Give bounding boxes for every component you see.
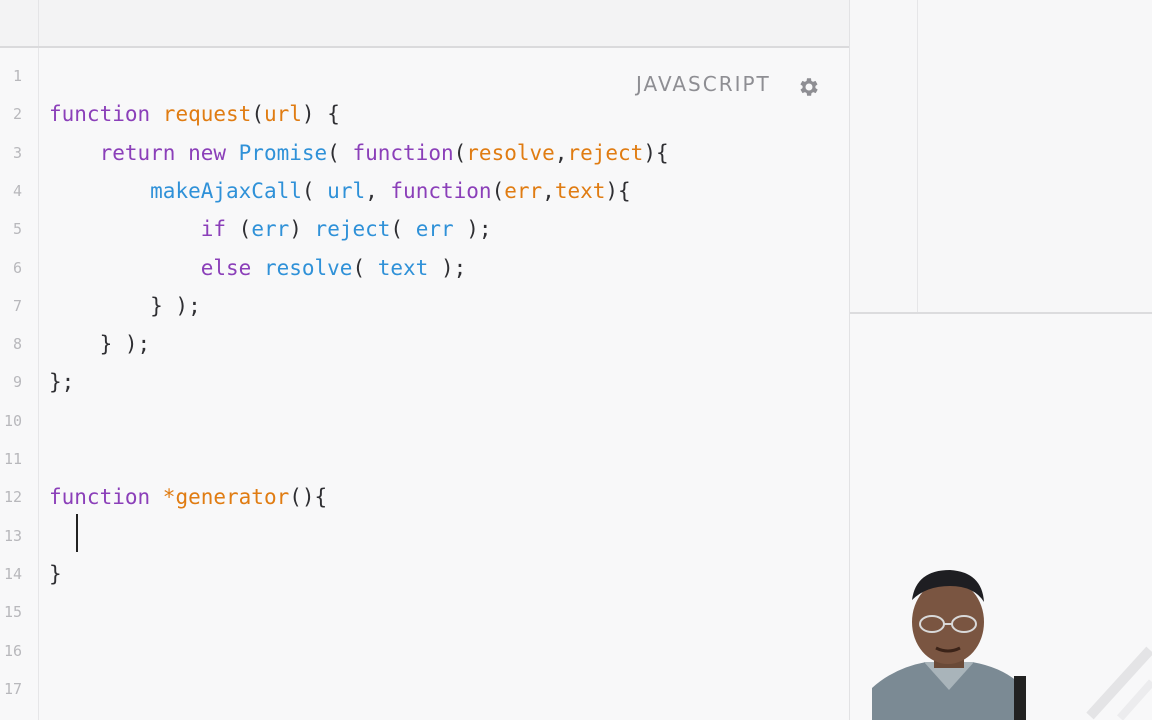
code-token: err xyxy=(504,178,543,203)
code-token: text xyxy=(554,178,606,203)
line-number: 7 xyxy=(12,296,22,315)
code-line: makeAjaxCall( url, function(err,text){ xyxy=(49,172,631,210)
code-token: makeAjaxCall xyxy=(150,178,302,203)
line-number: 3 xyxy=(12,143,22,162)
code-token: resolve xyxy=(263,255,353,280)
code-token: url xyxy=(327,178,366,203)
line-number: 11 xyxy=(3,450,22,468)
line-number: 8 xyxy=(12,335,22,354)
code-line: } ); xyxy=(49,287,201,325)
code-token: return new xyxy=(99,140,239,165)
code-line: function request(url) { xyxy=(49,95,340,133)
code-token: *generator xyxy=(162,485,290,510)
code-token: (){ xyxy=(289,485,328,510)
code-token: ( xyxy=(491,178,505,203)
line-number: 6 xyxy=(12,258,22,277)
code-token: ( xyxy=(251,102,264,127)
code-token: ) xyxy=(289,217,315,242)
code-token: text xyxy=(377,255,429,280)
gear-icon[interactable] xyxy=(797,75,821,99)
code-token: ); xyxy=(453,217,492,242)
code-token: ){ xyxy=(643,140,669,165)
code-token: err xyxy=(251,217,290,242)
code-token: ( xyxy=(390,217,416,242)
code-line: function *generator(){ xyxy=(49,478,327,516)
code-token: url xyxy=(263,102,302,127)
code-token: ); xyxy=(428,255,467,280)
editor-tab-bar xyxy=(0,0,849,48)
code-token: reject xyxy=(314,217,391,242)
presenter-webcam-image xyxy=(872,570,1026,720)
code-token: ) { xyxy=(301,102,340,127)
code-token: Promise xyxy=(238,140,328,165)
code-token: else xyxy=(200,255,264,280)
line-number: 4 xyxy=(12,181,22,200)
line-number: 5 xyxy=(12,220,22,239)
code-token: } ); xyxy=(49,332,151,357)
code-token: ){ xyxy=(605,178,631,203)
code-token: resolve xyxy=(466,140,555,165)
preview-panel xyxy=(850,0,1152,314)
line-number: 9 xyxy=(12,373,22,392)
code-token: ( xyxy=(327,140,353,165)
code-line: }; xyxy=(49,363,74,401)
code-token: function xyxy=(352,140,454,165)
code-token: , xyxy=(554,140,568,165)
line-number: 1 xyxy=(12,67,22,85)
code-line: } xyxy=(49,555,62,593)
line-number: 17 xyxy=(3,679,22,698)
code-token: ( xyxy=(352,255,378,280)
code-token: } ); xyxy=(49,293,201,318)
code-token: , xyxy=(542,178,555,203)
code-line: if (err) reject( err ); xyxy=(49,210,492,248)
code-token: function xyxy=(49,485,163,510)
line-number-gutter: 1 2 3 4 5 6 7 8 9 10 11 12 13 14 15 16 17 xyxy=(0,48,39,720)
code-token: request xyxy=(162,102,252,127)
line-number: 14 xyxy=(3,564,22,583)
tab-divider xyxy=(38,0,39,46)
line-number: 12 xyxy=(3,488,22,507)
line-number: 15 xyxy=(3,603,22,622)
line-number: 13 xyxy=(3,526,22,545)
code-token: function xyxy=(49,102,163,127)
code-token: ( xyxy=(301,178,328,203)
line-number: 2 xyxy=(12,105,22,124)
code-token: , xyxy=(365,178,391,203)
language-label: JAVASCRIPT xyxy=(636,72,771,96)
code-token: } xyxy=(49,561,62,586)
code-token: ( xyxy=(238,217,252,242)
text-cursor xyxy=(76,514,78,552)
code-token: }; xyxy=(49,370,75,395)
line-number: 16 xyxy=(3,641,22,660)
code-token: function xyxy=(390,178,492,203)
code-token: if xyxy=(200,217,239,242)
code-line: } ); xyxy=(49,325,151,363)
code-line: return new Promise( function(resolve,rej… xyxy=(49,134,669,172)
code-editor-pane[interactable]: 1 2 3 4 5 6 7 8 9 10 11 12 13 14 15 16 17 function reque… xyxy=(0,0,850,720)
code-token: err xyxy=(415,217,454,242)
line-number: 10 xyxy=(3,411,22,430)
background-decoration xyxy=(1086,646,1152,720)
panel-divider xyxy=(917,0,918,312)
code-line: else resolve( text ); xyxy=(49,249,467,287)
code-token: reject xyxy=(567,140,644,165)
code-token: ( xyxy=(453,140,467,165)
